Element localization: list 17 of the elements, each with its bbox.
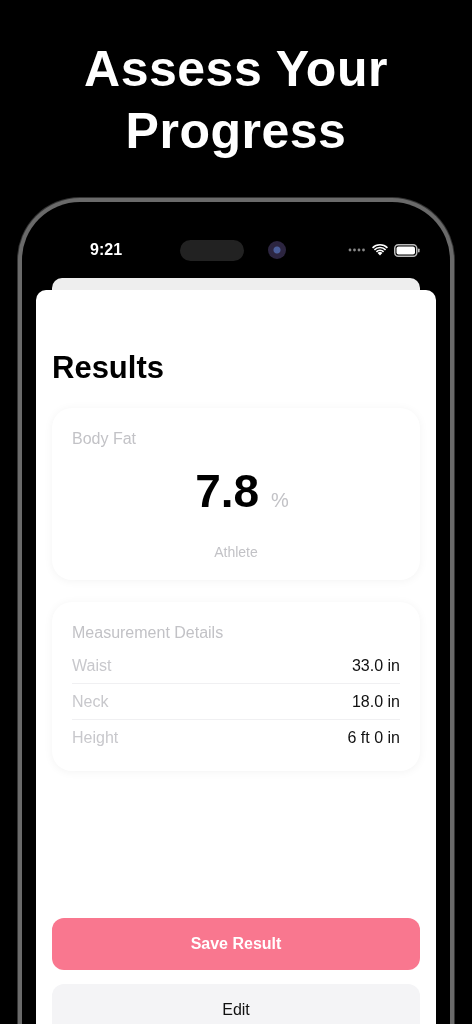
battery-icon (394, 243, 420, 257)
camera-icon (268, 241, 286, 259)
detail-value: 33.0 in (351, 657, 400, 675)
edit-button[interactable]: Edit (52, 984, 420, 1024)
detail-value: 18.0 in (351, 693, 400, 711)
wifi-icon (372, 244, 388, 256)
body-fat-value: 7.8 (195, 464, 260, 518)
detail-value: 6 ft 0 in (347, 729, 400, 747)
signal-icon (348, 248, 366, 252)
unit-label: % (271, 489, 289, 512)
status-time: 9:21 (90, 241, 124, 259)
category-label: Athlete (213, 544, 259, 560)
dynamic-island (180, 239, 244, 261)
headline: Assess Your Progress (83, 40, 389, 161)
card-label: Body Fat (72, 430, 138, 448)
screen-title: Results (52, 350, 165, 386)
card-label: Measurement Details (72, 624, 225, 642)
